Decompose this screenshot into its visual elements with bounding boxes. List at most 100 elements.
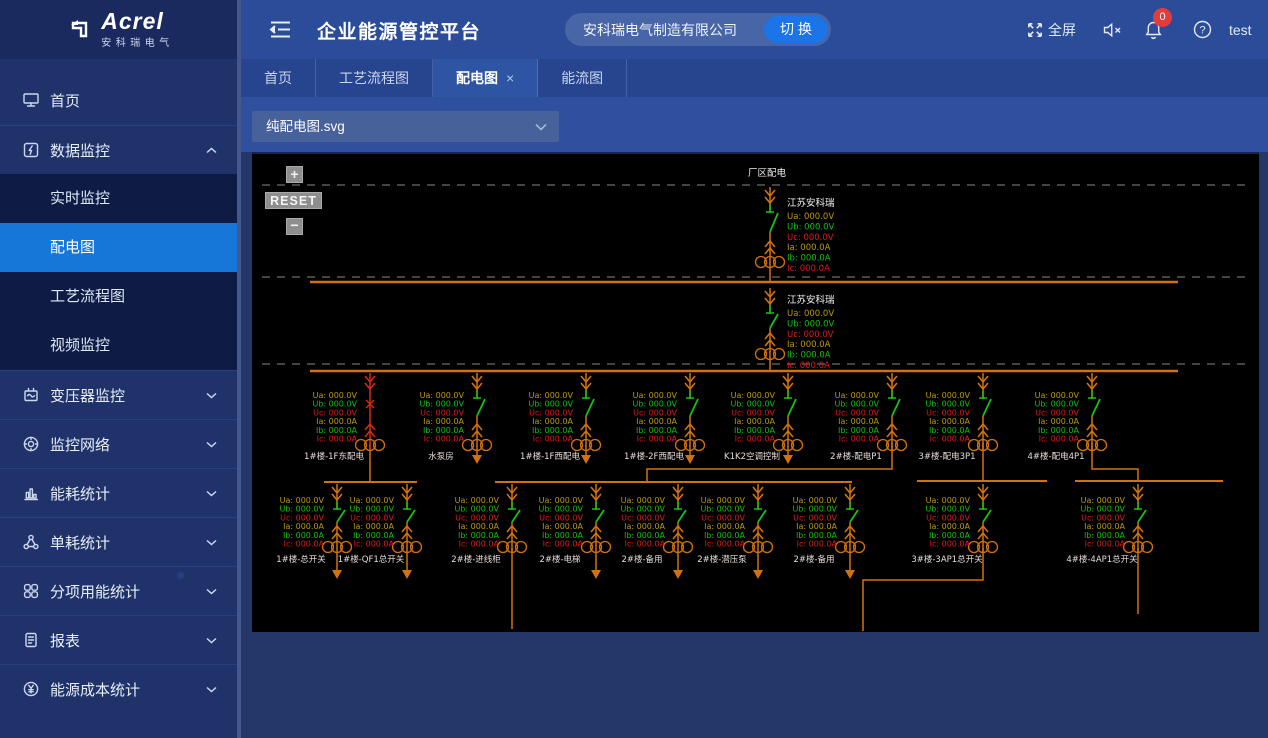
tab-工艺流程图[interactable]: 工艺流程图 <box>316 59 433 97</box>
svg-text:Uc: 000.0V: Uc: 000.0V <box>1081 513 1125 522</box>
svg-text:Ub: 000.0V: Ub: 000.0V <box>279 505 324 514</box>
tab-close-icon[interactable]: × <box>506 70 514 86</box>
mute-button[interactable] <box>1103 0 1122 59</box>
chevron-up-icon <box>206 147 217 154</box>
svg-text:Ib: 000.0A: Ib: 000.0A <box>316 426 358 435</box>
svg-text:Ia: 000.0A: Ia: 000.0A <box>929 417 970 426</box>
tab-bar: 首页 工艺流程图 配电图 × 能流图 <box>241 59 1268 97</box>
svg-text:2#楼-配电P1: 2#楼-配电P1 <box>830 451 882 462</box>
sidebar-item-分项用能统计[interactable]: 分项用能统计 <box>0 566 237 615</box>
svg-text:Ic: 000.0A: Ic: 000.0A <box>284 540 325 549</box>
svg-text:Uc: 000.0V: Uc: 000.0V <box>787 233 834 243</box>
svg-text:Ia: 000.0A: Ia: 000.0A <box>787 243 831 253</box>
zoom-reset-button[interactable]: RESET <box>265 192 322 209</box>
sidebar-item-label: 监控网络 <box>50 434 110 455</box>
fullscreen-icon <box>1027 22 1043 38</box>
svg-text:Ub: 000.0V: Ub: 000.0V <box>834 400 879 409</box>
report-icon <box>22 631 40 649</box>
svg-text:Ib: 000.0A: Ib: 000.0A <box>929 426 971 435</box>
switch-company-button[interactable]: 切 换 <box>764 16 828 43</box>
sidebar-item-监控网络[interactable]: 监控网络 <box>0 419 237 468</box>
notification-badge[interactable]: 0 <box>1153 8 1172 27</box>
sidebar-submenu: 实时监控配电图工艺流程图视频监控 <box>0 174 237 370</box>
svg-text:Ic: 000.0A: Ic: 000.0A <box>787 264 830 274</box>
svg-text:Ib: 000.0A: Ib: 000.0A <box>624 531 666 540</box>
svg-text:Ua: 000.0V: Ua: 000.0V <box>1081 496 1126 505</box>
svg-text:2#楼-潜压泵: 2#楼-潜压泵 <box>697 554 747 565</box>
svg-text:Uc: 000.0V: Uc: 000.0V <box>539 513 583 522</box>
svg-text:Ic: 000.0A: Ic: 000.0A <box>637 435 678 444</box>
svg-text:Ib: 000.0A: Ib: 000.0A <box>1084 531 1126 540</box>
fullscreen-button[interactable]: 全屏 <box>1027 0 1076 59</box>
sidebar-subitem-配电图[interactable]: 配电图 <box>0 223 237 272</box>
menu-fold-icon[interactable] <box>268 17 293 42</box>
svg-text:Ib: 000.0A: Ib: 000.0A <box>353 531 395 540</box>
company-name: 安科瑞电气制造有限公司 <box>583 20 737 40</box>
sidebar-subitem-工艺流程图[interactable]: 工艺流程图 <box>0 272 237 321</box>
sidebar-item-label: 变压器监控 <box>50 385 125 406</box>
data-monitor-icon <box>22 141 40 159</box>
svg-text:Ib: 000.0A: Ib: 000.0A <box>787 254 831 264</box>
company-selector[interactable]: 安科瑞电气制造有限公司 切 换 <box>565 13 831 46</box>
svg-text:Ic: 000.0A: Ic: 000.0A <box>1039 435 1080 444</box>
svg-text:Ua: 000.0V: Ua: 000.0V <box>350 496 395 505</box>
sidebar-item-能源成本统计[interactable]: 能源成本统计 <box>0 664 237 713</box>
svg-text:Ia: 000.0A: Ia: 000.0A <box>1084 522 1125 531</box>
svg-text:Ib: 000.0A: Ib: 000.0A <box>734 426 776 435</box>
svg-text:Ua: 000.0V: Ua: 000.0V <box>539 496 584 505</box>
svg-text:Ic: 000.0A: Ic: 000.0A <box>543 540 584 549</box>
svg-text:Uc: 000.0V: Uc: 000.0V <box>926 408 970 417</box>
svg-text:Uc: 000.0V: Uc: 000.0V <box>1035 408 1079 417</box>
zoom-out-button[interactable]: − <box>286 218 303 235</box>
svg-text:1#楼-1F东配电: 1#楼-1F东配电 <box>304 451 364 462</box>
sidebar-item-首页[interactable]: 首页 <box>0 76 237 125</box>
svg-text:Ic: 000.0A: Ic: 000.0A <box>533 435 574 444</box>
brand-logo: Acrel 安科瑞电气 <box>0 0 241 59</box>
svg-text:1#楼-2F西配电: 1#楼-2F西配电 <box>624 451 684 462</box>
svg-text:Ia: 000.0A: Ia: 000.0A <box>423 417 464 426</box>
sidebar-subitem-实时监控[interactable]: 实时监控 <box>0 174 237 223</box>
svg-text:Ua: 000.0V: Ua: 000.0V <box>835 391 880 400</box>
svg-file-select[interactable]: 纯配电图.svg <box>252 111 559 142</box>
sidebar-subitem-视频监控[interactable]: 视频监控 <box>0 321 237 370</box>
svg-text:Uc: 000.0V: Uc: 000.0V <box>420 408 464 417</box>
svg-text:Ib: 000.0A: Ib: 000.0A <box>423 426 465 435</box>
sidebar-item-label: 分项用能统计 <box>50 581 140 602</box>
svg-text:3#楼-配电3P1: 3#楼-配电3P1 <box>918 451 975 462</box>
sidebar-item-能耗统计[interactable]: 能耗统计 <box>0 468 237 517</box>
svg-text:3#楼-3AP1总开关: 3#楼-3AP1总开关 <box>911 554 983 565</box>
svg-text:江苏安科瑞: 江苏安科瑞 <box>787 294 835 306</box>
svg-text:Ub: 000.0V: Ub: 000.0V <box>349 505 394 514</box>
svg-text:Ua: 000.0V: Ua: 000.0V <box>1035 391 1080 400</box>
app-root: Acrel 安科瑞电气 首页数据监控实时监控配电图工艺流程图视频监控变压器监控监… <box>0 0 1268 738</box>
tab-首页[interactable]: 首页 <box>241 59 316 97</box>
logo-title: Acrel <box>101 10 174 32</box>
svg-text:Ua: 000.0V: Ua: 000.0V <box>793 496 838 505</box>
zoom-in-button[interactable]: + <box>286 166 303 183</box>
sidebar-item-单耗统计[interactable]: 单耗统计 <box>0 517 237 566</box>
tab-label: 工艺流程图 <box>339 70 409 86</box>
tab-label: 配电图 <box>456 70 498 86</box>
svg-text:Uc: 000.0V: Uc: 000.0V <box>787 330 834 340</box>
sidebar-item-数据监控[interactable]: 数据监控 <box>0 125 237 174</box>
top-bar: 企业能源管控平台 安科瑞电气制造有限公司 切 换 全屏 <box>241 0 1268 59</box>
sidebar-item-label: 能耗统计 <box>50 483 110 504</box>
sidebar-item-报表[interactable]: 报表 <box>0 615 237 664</box>
tab-能流图[interactable]: 能流图 <box>538 59 627 97</box>
tab-配电图[interactable]: 配电图 × <box>433 59 538 97</box>
username[interactable]: test <box>1229 0 1252 59</box>
svg-text:2#楼-备用: 2#楼-备用 <box>621 554 662 565</box>
svg-text:Ub: 000.0V: Ub: 000.0V <box>787 319 835 329</box>
energy-stats-icon <box>22 484 40 502</box>
logo-subtitle: 安科瑞电气 <box>101 34 174 49</box>
svg-text:Ib: 000.0A: Ib: 000.0A <box>838 426 880 435</box>
distribution-diagram-svg: 江苏安科瑞Ua: 000.0VUb: 000.0VUc: 000.0VIa: 0… <box>252 154 1259 634</box>
svg-text:Ic: 000.0A: Ic: 000.0A <box>930 435 971 444</box>
svg-text:Ub: 000.0V: Ub: 000.0V <box>1080 505 1125 514</box>
transformer-icon <box>22 386 40 404</box>
svg-text:4#楼-配电4P1: 4#楼-配电4P1 <box>1027 451 1084 462</box>
svg-text:Ib: 000.0A: Ib: 000.0A <box>787 351 831 361</box>
svg-text:Ub: 000.0V: Ub: 000.0V <box>620 505 665 514</box>
sidebar-item-变压器监控[interactable]: 变压器监控 <box>0 370 237 419</box>
help-button[interactable]: ? <box>1193 0 1212 59</box>
